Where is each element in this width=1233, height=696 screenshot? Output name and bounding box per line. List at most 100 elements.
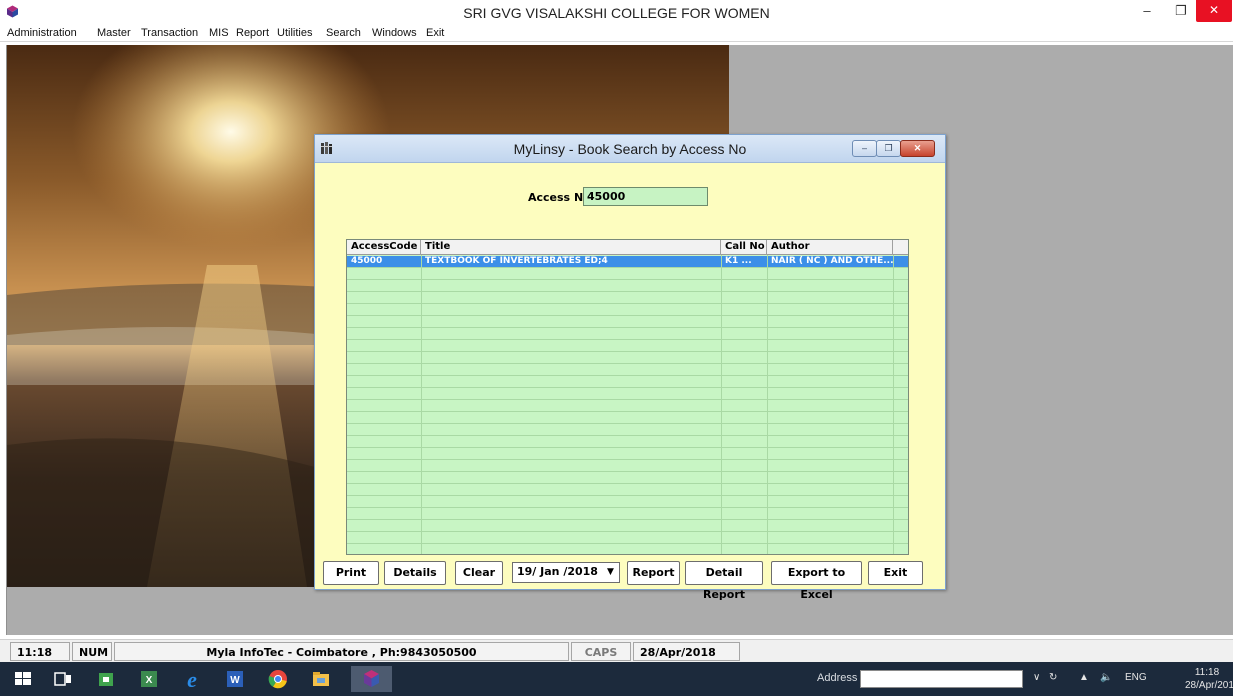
detail-report-button[interactable]: Detail Report: [685, 561, 763, 601]
grid-line: [347, 375, 908, 376]
menu-report[interactable]: Report: [236, 27, 269, 39]
status-caps: CAPS: [571, 642, 631, 661]
report-button[interactable]: Report: [627, 561, 680, 585]
mylinsy-app-icon[interactable]: [351, 666, 392, 692]
grid-line: [347, 471, 908, 472]
menu-bar: Administration Master Transaction MIS Re…: [0, 24, 1233, 42]
grid-line: [347, 351, 908, 352]
cell-author: NAIR ( NC ) AND OTHE...: [771, 256, 893, 266]
address-dropdown-icon[interactable]: ∨: [1033, 672, 1040, 683]
details-button[interactable]: Details: [384, 561, 446, 585]
grid-line: [347, 519, 908, 520]
status-bar: 11:18 NUM Myla InfoTec - Coimbatore , Ph…: [0, 639, 1233, 662]
child-close-button[interactable]: ✕: [900, 140, 935, 157]
grid-line: [347, 339, 908, 340]
status-date: 28/Apr/2018: [633, 642, 740, 661]
access-no-input[interactable]: 45000: [583, 187, 708, 206]
screen: SRI GVG VISALAKSHI COLLEGE FOR WOMEN – ❐…: [0, 0, 1233, 696]
grid-line: [893, 255, 894, 554]
grid-line: [347, 435, 908, 436]
cell-accesscode: 45000: [351, 256, 383, 266]
grid-line: [347, 495, 908, 496]
grid-line: [347, 531, 908, 532]
address-input[interactable]: [860, 670, 1023, 688]
excel-icon[interactable]: X: [136, 666, 162, 692]
child-window-title: MyLinsy - Book Search by Access No: [513, 141, 747, 157]
system-clock[interactable]: 11:18 28/Apr/2018: [1185, 666, 1233, 692]
cell-title: TEXTBOOK OF INVERTEBRATES ED;4: [425, 256, 608, 266]
refresh-icon[interactable]: ↻: [1049, 672, 1057, 683]
cell-callno: K1 ...: [725, 256, 752, 266]
file-explorer-icon[interactable]: [308, 666, 334, 692]
svg-text:W: W: [230, 675, 240, 686]
svg-text:e: e: [187, 667, 197, 692]
col-header-accesscode[interactable]: AccessCode: [347, 240, 421, 255]
grid-line: [347, 291, 908, 292]
exit-button[interactable]: Exit: [868, 561, 923, 585]
store-icon[interactable]: [93, 666, 119, 692]
tray-overflow-icon[interactable]: ▲: [1079, 672, 1089, 683]
grid-line: [347, 327, 908, 328]
col-header-author[interactable]: Author: [767, 240, 893, 255]
grid-header: AccessCode Title Call No Author: [347, 240, 908, 255]
status-company: Myla InfoTec - Coimbatore , Ph:984305050…: [114, 642, 569, 661]
menu-master[interactable]: Master: [97, 27, 131, 39]
grid-line: [767, 255, 768, 554]
menu-mis[interactable]: MIS: [209, 27, 229, 39]
menu-search[interactable]: Search: [326, 27, 361, 39]
grid-line: [347, 279, 908, 280]
date-value: 19/ Jan /2018: [517, 565, 598, 578]
results-grid[interactable]: AccessCode Title Call No Author 45000 TE…: [346, 239, 909, 555]
grid-line: [347, 387, 908, 388]
minimize-button[interactable]: –: [1129, 0, 1165, 22]
grid-line: [347, 483, 908, 484]
chevron-down-icon[interactable]: ▼: [602, 563, 619, 582]
close-button[interactable]: ✕: [1196, 0, 1232, 22]
child-minimize-button[interactable]: –: [852, 140, 877, 157]
date-picker[interactable]: 19/ Jan /2018 ▼: [512, 562, 620, 583]
table-row[interactable]: 45000 TEXTBOOK OF INVERTEBRATES ED;4 K1 …: [347, 256, 908, 267]
grid-line: [347, 459, 908, 460]
status-time: 11:18: [10, 642, 70, 661]
col-header-blank: [893, 240, 908, 255]
menu-exit[interactable]: Exit: [426, 27, 444, 39]
clock-date: 28/Apr/2018: [1185, 680, 1233, 691]
clear-button[interactable]: Clear: [455, 561, 503, 585]
grid-line: [347, 447, 908, 448]
export-to-excel-button[interactable]: Export to Excel: [771, 561, 862, 601]
menu-windows[interactable]: Windows: [372, 27, 417, 39]
grid-line: [347, 303, 908, 304]
menu-utilities[interactable]: Utilities: [277, 27, 312, 39]
book-search-window: MyLinsy - Book Search by Access No – ❐ ✕…: [314, 134, 946, 601]
window-title: SRI GVG VISALAKSHI COLLEGE FOR WOMEN: [463, 5, 770, 21]
word-icon[interactable]: W: [222, 666, 248, 692]
task-view-icon[interactable]: [50, 666, 76, 692]
grid-line: [347, 267, 908, 268]
grid-line: [347, 507, 908, 508]
chrome-icon[interactable]: [265, 666, 291, 692]
child-maximize-button[interactable]: ❐: [876, 140, 901, 157]
grid-line: [421, 255, 422, 554]
volume-icon[interactable]: 🔈: [1100, 672, 1112, 683]
address-label: Address: [817, 672, 858, 684]
taskbar: X e W Address ∨ ↻ ▲ 🔈 ENG 11:18 28/Apr/2…: [0, 662, 1233, 696]
child-title-bar: MyLinsy - Book Search by Access No – ❐ ✕: [315, 135, 945, 163]
menu-transaction[interactable]: Transaction: [141, 27, 198, 39]
maximize-button[interactable]: ❐: [1163, 0, 1199, 22]
grid-line: [347, 423, 908, 424]
windows-start-icon[interactable]: [10, 666, 36, 692]
grid-line: [347, 399, 908, 400]
grid-line: [347, 315, 908, 316]
grid-line: [721, 255, 722, 554]
svg-text:X: X: [146, 675, 153, 686]
print-button[interactable]: Print: [323, 561, 379, 585]
language-indicator[interactable]: ENG: [1125, 672, 1147, 683]
col-header-callno[interactable]: Call No: [721, 240, 767, 255]
menu-administration[interactable]: Administration: [7, 27, 77, 39]
col-header-title[interactable]: Title: [421, 240, 721, 255]
grid-line: [347, 543, 908, 544]
internet-explorer-icon[interactable]: e: [179, 666, 205, 692]
clock-time: 11:18: [1194, 667, 1220, 678]
access-no-label: Access No: [528, 191, 591, 204]
mdi-client-area: MyLinsy - Book Search by Access No – ❐ ✕…: [6, 45, 1233, 635]
